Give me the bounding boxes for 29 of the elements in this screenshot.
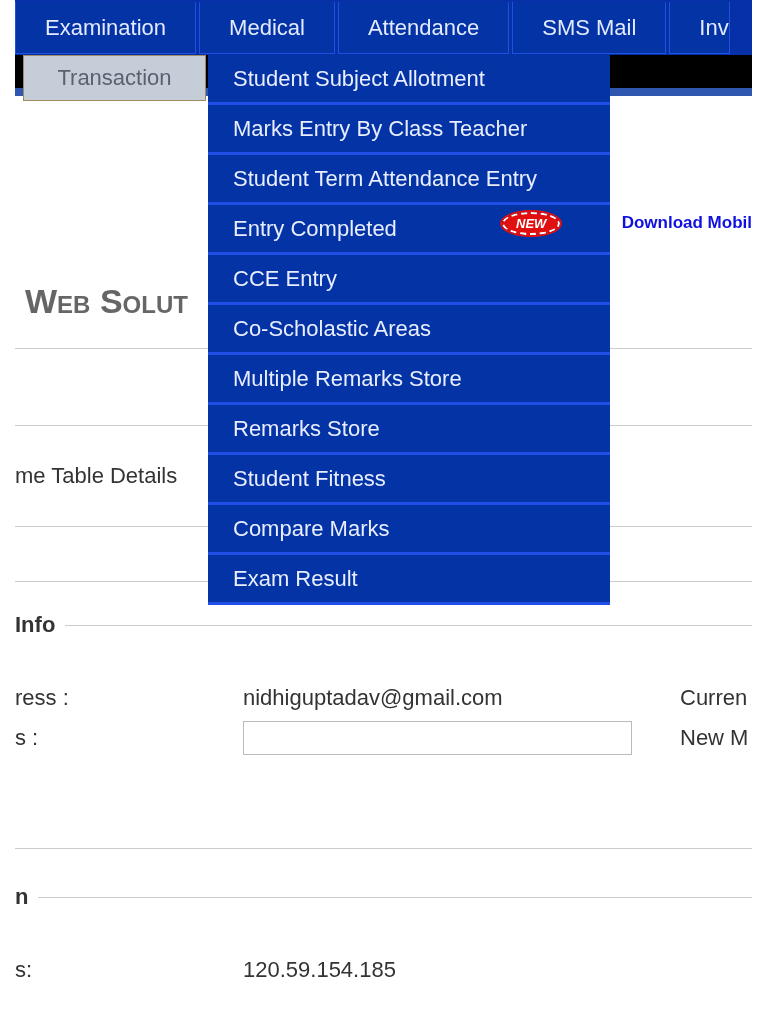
input-field[interactable] <box>243 721 632 755</box>
menu-item[interactable]: CCE Entry <box>208 255 610 305</box>
field-value: 120.59.154.185 <box>243 957 397 983</box>
nav-tab[interactable]: Medical <box>199 2 335 54</box>
download-link[interactable]: Download Mobil <box>621 213 752 233</box>
menu-item[interactable]: Compare Marks <box>208 505 610 555</box>
new-badge: NEW <box>502 211 561 235</box>
nav-tab[interactable]: Inv <box>669 2 730 54</box>
menu-item[interactable]: Exam Result <box>208 555 610 605</box>
section-heading: Info <box>15 612 56 638</box>
submenu-button[interactable]: Transaction <box>23 55 206 101</box>
menu-item[interactable]: Remarks Store <box>208 405 610 455</box>
menu-item[interactable]: Student Subject Allotment <box>208 55 610 105</box>
field-label: s : <box>15 725 40 751</box>
menu-item[interactable]: Co-Scholastic Areas <box>208 305 610 355</box>
menu-item[interactable]: Student Term Attendance Entry <box>208 155 610 205</box>
menu-item[interactable]: Student Fitness <box>208 455 610 505</box>
nav-tab[interactable]: Attendance <box>337 2 510 54</box>
field-label: ress : <box>15 685 70 711</box>
field-value: nidhiguptadav@gmail.com <box>243 685 504 711</box>
nav-tab[interactable]: SMS Mail <box>512 2 667 54</box>
field-label: New M <box>680 725 750 751</box>
menu-item[interactable]: Marks Entry By Class Teacher <box>208 105 610 155</box>
field-label: s: <box>15 957 34 983</box>
nav-tab[interactable]: Examination <box>15 2 197 54</box>
field-label: Curren <box>680 685 749 711</box>
menu-item[interactable]: Multiple Remarks Store <box>208 355 610 405</box>
section-heading: n <box>15 884 29 910</box>
section-link[interactable]: me Table Details <box>15 463 178 489</box>
